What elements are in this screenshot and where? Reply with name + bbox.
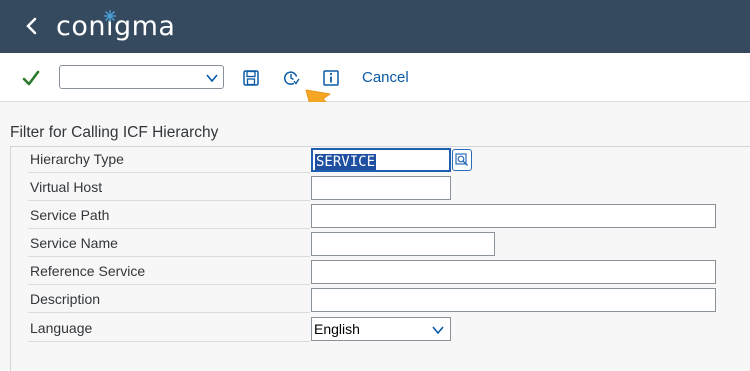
- row-divider: [28, 200, 310, 201]
- service-path-label: Service Path: [30, 207, 110, 223]
- row-divider: [28, 312, 310, 313]
- chevron-down-icon[interactable]: [431, 323, 445, 337]
- language-select[interactable]: English: [311, 317, 451, 341]
- row-divider: [28, 256, 310, 257]
- search-help-button[interactable]: [452, 149, 472, 171]
- section-title: Filter for Calling ICF Hierarchy: [10, 124, 219, 141]
- app-header: conigma: [0, 0, 750, 53]
- service-name-field[interactable]: [311, 232, 495, 256]
- virtual-host-label: Virtual Host: [30, 179, 103, 195]
- toolbar: Cancel: [0, 53, 750, 102]
- row-divider: [28, 284, 310, 285]
- virtual-host-field[interactable]: [311, 176, 451, 200]
- cancel-button[interactable]: Cancel: [362, 69, 409, 86]
- hierarchy-type-field[interactable]: SERVICE: [311, 148, 451, 172]
- language-label: Language: [30, 320, 93, 336]
- reference-service-label: Reference Service: [30, 263, 146, 279]
- clock-variant-icon[interactable]: [282, 69, 300, 87]
- hierarchy-type-label: Hierarchy Type: [30, 151, 124, 167]
- service-name-label: Service Name: [30, 235, 118, 251]
- command-field[interactable]: [59, 65, 224, 89]
- logo-star-icon: [104, 10, 116, 22]
- save-icon[interactable]: [242, 69, 260, 87]
- row-divider: [28, 172, 310, 173]
- row-divider: [28, 228, 310, 229]
- service-path-field[interactable]: [311, 204, 716, 228]
- hierarchy-type-value: SERVICE: [315, 154, 377, 170]
- check-icon[interactable]: [20, 67, 42, 89]
- back-icon[interactable]: [22, 14, 42, 38]
- main-content: Filter for Calling ICF Hierarchy Hierarc…: [0, 102, 750, 371]
- row-divider: [28, 341, 310, 342]
- description-label: Description: [30, 291, 101, 307]
- language-select-value: English: [314, 321, 360, 337]
- description-field[interactable]: [311, 288, 716, 312]
- chevron-down-icon[interactable]: [205, 71, 219, 85]
- reference-service-field[interactable]: [311, 260, 716, 284]
- search-icon: [455, 153, 468, 166]
